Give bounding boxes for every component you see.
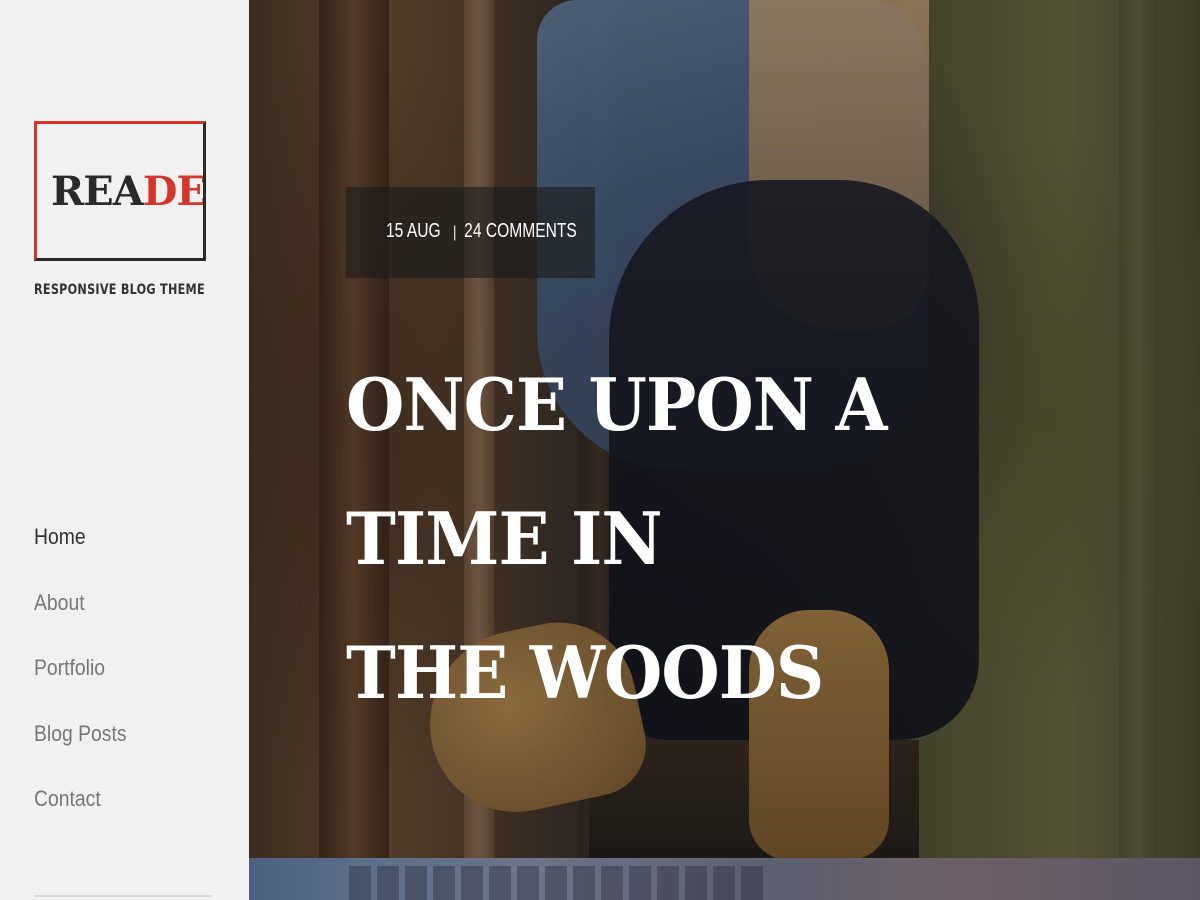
post-comments-link[interactable]: 24 COMMENTS [464,220,577,242]
post-title-line-1: ONCE UPON A TIME IN [346,362,887,581]
post-title-line-2: THE WOODS [346,630,824,715]
next-post-preview[interactable] [249,858,1200,900]
sidebar: READER RESPONSIVE BLOG THEME Home About … [0,0,249,900]
logo-frame: READER [34,121,206,261]
nav-item-blog-posts[interactable]: Blog Posts [34,717,127,751]
nav-item-contact[interactable]: Contact [34,782,101,816]
site-tagline: RESPONSIVE BLOG THEME [34,282,205,298]
nav-item-home[interactable]: Home [34,520,86,554]
main-navigation: Home About Portfolio Blog Posts Contact [34,520,139,848]
post-date: 15 AUG [386,220,441,242]
sidebar-divider [34,895,212,897]
meta-separator: | [453,224,457,241]
logo-wordmark: READER [51,168,206,215]
site-logo[interactable]: READER [34,121,206,261]
post-meta: 15 AUG | 24 COMMENTS [346,187,595,278]
nav-item-about[interactable]: About [34,586,85,620]
nav-item-portfolio[interactable]: Portfolio [34,651,105,685]
featured-post-hero[interactable]: 15 AUG | 24 COMMENTS ONCE UPON A TIME IN T… [249,0,1200,858]
post-title[interactable]: ONCE UPON A TIME IN THE WOODS [346,338,1146,740]
